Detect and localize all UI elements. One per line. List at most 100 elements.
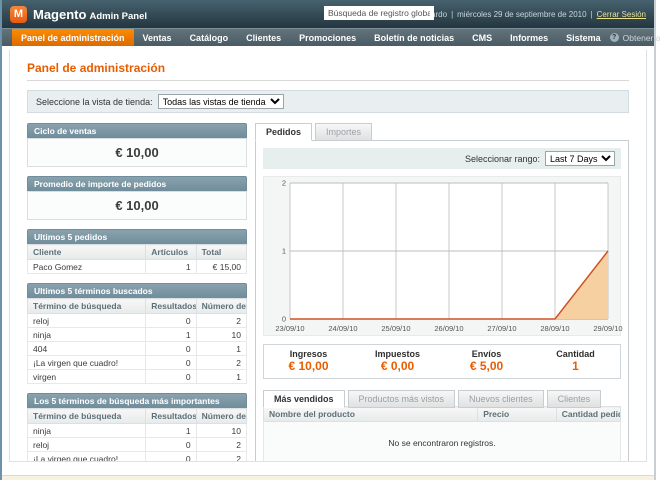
column-header: Término de búsqueda <box>28 409 146 424</box>
cell-number: 2 <box>196 356 246 370</box>
average-orders-panel: Promedio de importe de pedidos € 10,00 <box>27 176 247 220</box>
table-row[interactable]: ¡La virgen que cuadro!02 <box>28 356 247 370</box>
empty-grid-message: No se encontraron registros. <box>264 422 621 463</box>
stat-impuestos: Impuestos€ 0,00 <box>353 349 442 373</box>
app-header: M MagentoAdmin Panel Accedió como apardo… <box>2 0 654 28</box>
cell-text: ninja <box>28 328 146 342</box>
chart-tab-1[interactable]: Importes <box>315 123 372 141</box>
cell-number: 0 <box>146 370 196 384</box>
brand-title: MagentoAdmin Panel <box>33 7 147 22</box>
cell-number: 2 <box>196 314 246 328</box>
svg-text:0: 0 <box>282 315 286 324</box>
nav-tab-6[interactable]: CMS <box>463 29 501 46</box>
nav-tab-2[interactable]: Catálogo <box>181 29 238 46</box>
bottom-grid-tabs: Más vendidosProductos más vistosNuevos c… <box>263 390 621 407</box>
orders-chart-svg: 01223/09/1024/09/1025/09/1026/09/1027/09… <box>264 177 624 335</box>
table-row[interactable]: ninja110 <box>28 328 247 342</box>
table-row[interactable]: ¡La virgen que cuadro!02 <box>28 452 247 463</box>
help-label: Obtener ayuda para esta página <box>623 33 660 43</box>
column-header: Total <box>196 245 246 260</box>
grid-tab-3[interactable]: Clientes <box>547 390 602 408</box>
store-view-label: Seleccione la vista de tienda: <box>36 97 153 107</box>
nav-tab-7[interactable]: Informes <box>501 29 557 46</box>
column-header: Cantidad pedida <box>556 407 620 422</box>
range-select[interactable]: Last 7 Days <box>545 151 615 166</box>
page-help-link[interactable]: ? Obtener ayuda para esta página <box>610 29 660 46</box>
cell-number: 2 <box>196 452 246 463</box>
cell-number: 0 <box>146 356 196 370</box>
grid-tab-1[interactable]: Productos más vistos <box>348 390 456 408</box>
cell-number: 0 <box>146 314 196 328</box>
cell-text: ninja <box>28 424 146 438</box>
nav-tab-4[interactable]: Promociones <box>290 29 365 46</box>
chart-tab-0[interactable]: Pedidos <box>255 123 312 141</box>
average-orders-value: € 10,00 <box>27 191 247 220</box>
stat-value: 1 <box>531 359 620 373</box>
grid-tab-2[interactable]: Nuevos clientes <box>458 390 544 408</box>
cell-text: virgen <box>28 370 146 384</box>
svg-text:1: 1 <box>282 247 286 256</box>
table-row[interactable]: reloj02 <box>28 438 247 452</box>
dashboard-left-column: Ciclo de ventas € 10,00 Promedio de impo… <box>27 123 247 462</box>
cell-text: reloj <box>28 314 146 328</box>
svg-text:24/09/10: 24/09/10 <box>328 324 357 333</box>
cell-number: 1 <box>146 424 196 438</box>
table-row[interactable]: Paco Gomez1€ 15,00 <box>28 260 247 274</box>
magento-logo-icon: M <box>10 6 27 23</box>
column-header: Resultados <box>146 409 196 424</box>
range-label: Seleccionar rango: <box>465 154 540 164</box>
table-row[interactable]: 40401 <box>28 342 247 356</box>
column-header: Número de usos <box>196 409 246 424</box>
table-row[interactable]: virgen01 <box>28 370 247 384</box>
global-search-input[interactable] <box>324 6 434 20</box>
cell-number: 1 <box>196 370 246 384</box>
chart-tabs: PedidosImportes <box>255 123 629 140</box>
cell-number: 1 <box>196 342 246 356</box>
bottom-strip <box>2 475 654 480</box>
stat-label: Impuestos <box>353 349 442 359</box>
panel-title: Ultimos 5 términos buscados <box>27 283 247 298</box>
column-header: Número de usos <box>196 299 246 314</box>
stat-value: € 10,00 <box>264 359 353 373</box>
panel-title: Los 5 términos de búsqueda más important… <box>27 393 247 408</box>
nav-tabs: Panel de administraciónVentasCatálogoCli… <box>12 29 610 46</box>
cell-text: reloj <box>28 438 146 452</box>
stat-ingresos: Ingresos€ 10,00 <box>264 349 353 373</box>
svg-text:25/09/10: 25/09/10 <box>381 324 410 333</box>
store-view-select[interactable]: Todas las vistas de tienda <box>158 94 284 109</box>
cell-number: 1 <box>146 260 196 274</box>
cell-text: 404 <box>28 342 146 356</box>
stat-value: € 5,00 <box>442 359 531 373</box>
separator: | <box>451 10 453 19</box>
column-header: Término de búsqueda <box>28 299 146 314</box>
content-frame: Panel de administración Seleccione la vi… <box>9 50 647 462</box>
cell-number: 0 <box>146 452 196 463</box>
logout-link[interactable]: Cerrar Sesión <box>597 10 646 19</box>
cell-number: 0 <box>146 342 196 356</box>
cell-number: 0 <box>146 438 196 452</box>
grid-tab-0[interactable]: Más vendidos <box>263 390 345 408</box>
dashboard-right-column: PedidosImportes Seleccionar rango: Last … <box>255 123 629 462</box>
svg-text:23/09/10: 23/09/10 <box>275 324 304 333</box>
nav-tab-1[interactable]: Ventas <box>134 29 181 46</box>
last-orders-panel: Ultimos 5 pedidos ClienteArtículosTotal … <box>27 229 247 274</box>
magento-admin-window: M MagentoAdmin Panel Accedió como apardo… <box>0 0 656 480</box>
table-row[interactable]: ninja110 <box>28 424 247 438</box>
svg-text:29/09/10: 29/09/10 <box>593 324 622 333</box>
cell-number: 1 <box>146 328 196 342</box>
last-search-terms-table: Término de búsquedaResultadosNúmero de u… <box>27 298 247 384</box>
stat-cantidad: Cantidad1 <box>531 349 620 373</box>
column-header: Cliente <box>28 245 146 260</box>
help-icon: ? <box>610 33 619 42</box>
bestsellers-grid: Nombre del productoPrecioCantidad pedida… <box>263 406 621 462</box>
panel-title: Promedio de importe de pedidos <box>27 176 247 191</box>
nav-tab-0[interactable]: Panel de administración <box>12 29 134 46</box>
stat-envíos: Envíos€ 5,00 <box>442 349 531 373</box>
table-row[interactable]: reloj02 <box>28 314 247 328</box>
nav-tab-5[interactable]: Boletín de noticias <box>365 29 463 46</box>
nav-tab-3[interactable]: Clientes <box>237 29 290 46</box>
column-header: Artículos <box>146 245 196 260</box>
nav-tab-8[interactable]: Sistema <box>557 29 610 46</box>
cell-text: ¡La virgen que cuadro! <box>28 356 146 370</box>
svg-text:28/09/10: 28/09/10 <box>540 324 569 333</box>
